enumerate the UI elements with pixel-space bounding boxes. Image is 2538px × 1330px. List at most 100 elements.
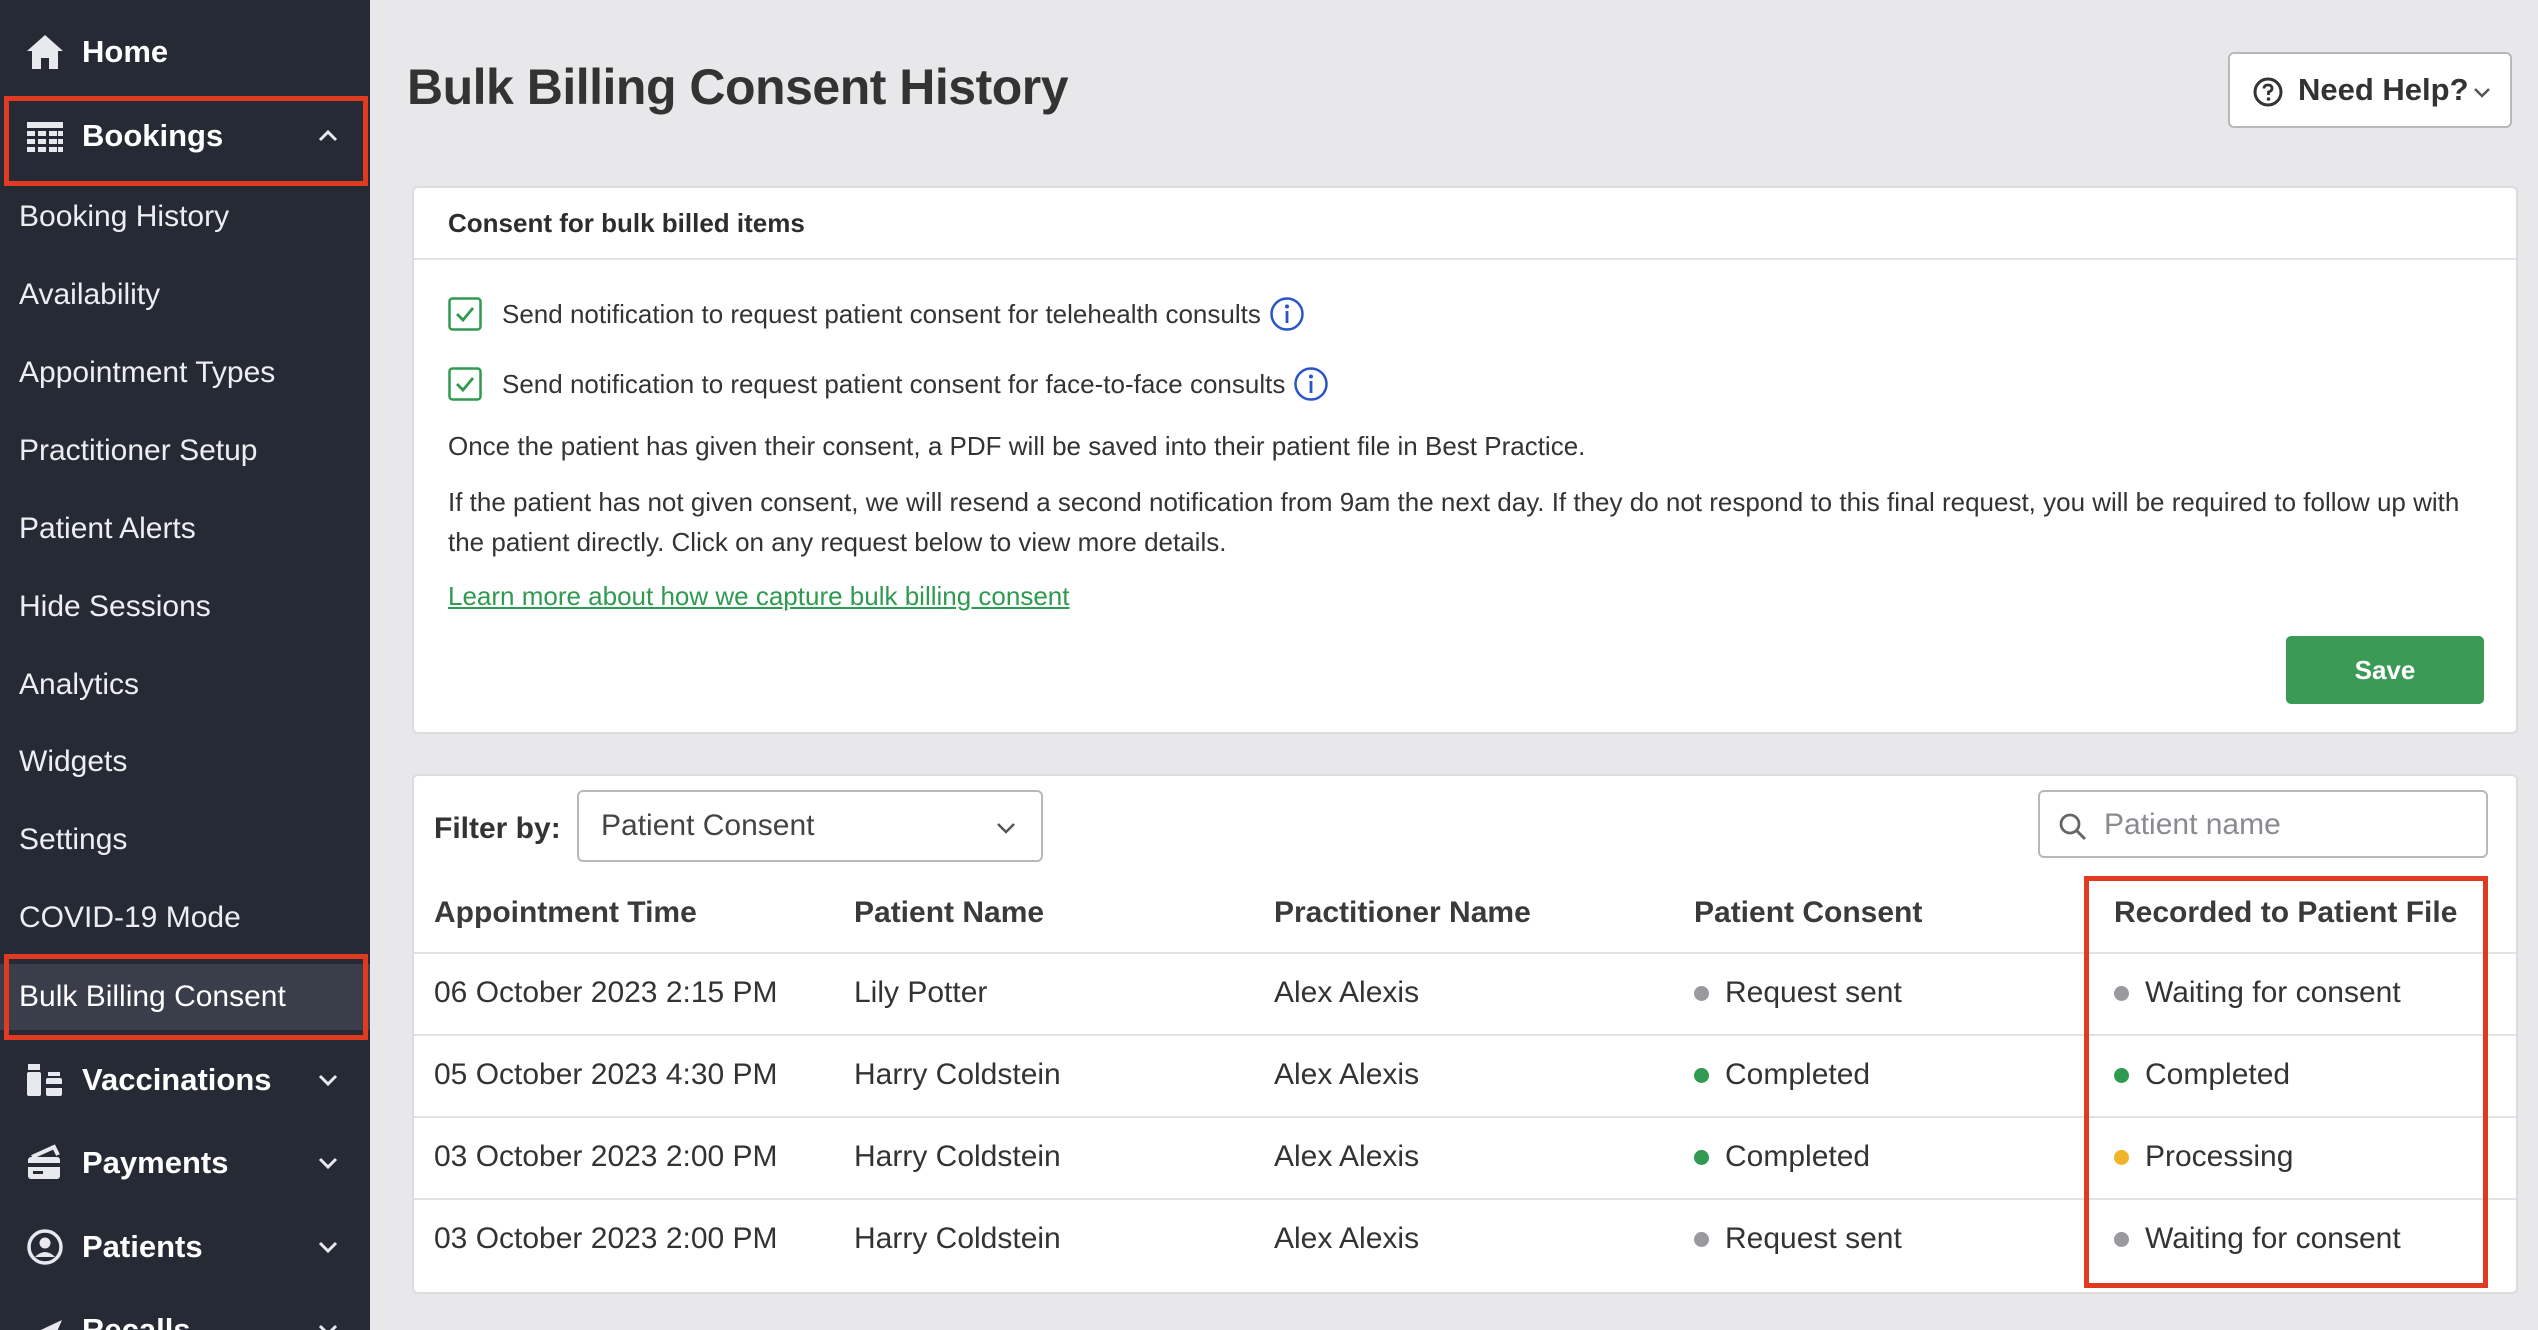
telehealth-consent-row: Send notification to request patient con… — [448, 294, 1305, 334]
status-dot-grey — [2114, 1231, 2129, 1247]
save-button[interactable]: Save — [2286, 636, 2484, 704]
status-dot-grey — [1694, 985, 1709, 1001]
nav-recalls-label: Recalls — [82, 1312, 191, 1330]
filter-selected-value: Patient Consent — [601, 809, 815, 842]
status-text: Completed — [2145, 1058, 2291, 1091]
cell-appointment-time: 05 October 2023 4:30 PM — [434, 1058, 778, 1091]
consent-card-heading: Consent for bulk billed items — [414, 188, 2516, 260]
status-dot-grey — [1694, 1231, 1709, 1247]
sidebar-item-covid-19-mode[interactable]: COVID-19 Mode — [0, 885, 370, 951]
filter-label: Filter by: — [434, 812, 561, 845]
sidebar-item-label: Booking History — [19, 200, 230, 233]
status-text: Waiting for consent — [2145, 1222, 2401, 1255]
cell-appointment-time: 03 October 2023 2:00 PM — [434, 1222, 778, 1255]
cell-recorded-to-file: Waiting for consent — [2114, 976, 2401, 1010]
nav-patients[interactable]: Patients — [0, 1207, 370, 1287]
sidebar-item-label: Practitioner Setup — [19, 434, 258, 467]
consent-history-card: Filter by: Patient Consent Appointment T… — [412, 774, 2518, 1294]
sidebar-item-patient-alerts[interactable]: Patient Alerts — [0, 496, 370, 562]
status-dot-amber — [2114, 1149, 2129, 1165]
patient-search-input[interactable] — [2102, 802, 2476, 848]
nav-payments-label: Payments — [82, 1145, 229, 1180]
table-header: Appointment Time Patient Name Practition… — [414, 874, 2516, 954]
consent-info-paragraph-1: Once the patient has given their consent… — [448, 431, 1586, 461]
help-circle-icon — [2253, 77, 2283, 107]
col-patient-name[interactable]: Patient Name — [854, 896, 1044, 930]
sidebar: Home Bookings Booking History Availabili… — [0, 0, 370, 1330]
sidebar-item-hide-sessions[interactable]: Hide Sessions — [0, 574, 370, 640]
telehealth-consent-checkbox[interactable] — [448, 297, 482, 331]
sidebar-item-analytics[interactable]: Analytics — [0, 652, 370, 718]
cell-patient-name: Lily Potter — [854, 976, 988, 1009]
consent-settings-card: Consent for bulk billed items Send notif… — [412, 186, 2518, 734]
cell-appointment-time: 03 October 2023 2:00 PM — [434, 1140, 778, 1173]
table-row[interactable]: 03 October 2023 2:00 PM Harry Coldstein … — [414, 1118, 2516, 1200]
nav-home[interactable]: Home — [0, 12, 370, 92]
nav-payments[interactable]: Payments — [0, 1123, 370, 1203]
face-to-face-consent-row: Send notification to request patient con… — [448, 364, 1329, 404]
cell-patient-consent: Completed — [1694, 1058, 1870, 1092]
sidebar-item-availability[interactable]: Availability — [0, 262, 370, 328]
status-text: Completed — [1725, 1140, 1871, 1173]
nav-vaccinations-label: Vaccinations — [82, 1062, 272, 1097]
consent-heading-text: Consent for bulk billed items — [448, 207, 805, 238]
status-text: Request sent — [1725, 1222, 1902, 1255]
cell-practitioner-name: Alex Alexis — [1274, 976, 1420, 1009]
cell-patient-consent: Request sent — [1694, 1222, 1902, 1256]
sidebar-item-bulk-billing-consent[interactable]: Bulk Billing Consent — [0, 964, 370, 1030]
search-icon — [2059, 813, 2087, 841]
nav-bookings-label: Bookings — [82, 118, 224, 153]
filter-dropdown[interactable]: Patient Consent — [577, 790, 1043, 862]
status-text: Request sent — [1725, 976, 1902, 1009]
col-appointment-time[interactable]: Appointment Time — [434, 896, 697, 930]
chevron-down-icon — [318, 1241, 338, 1254]
consent-info-paragraph-2: If the patient has not given consent, we… — [448, 487, 2460, 557]
cell-recorded-to-file: Waiting for consent — [2114, 1222, 2401, 1256]
status-text: Completed — [1725, 1058, 1871, 1091]
face-to-face-consent-checkbox[interactable] — [448, 367, 482, 401]
page-title: Bulk Billing Consent History — [407, 59, 1069, 115]
status-dot-green — [2114, 1067, 2129, 1083]
col-recorded-to-patient-file[interactable]: Recorded to Patient File — [2114, 896, 2457, 930]
table-row[interactable]: 05 October 2023 4:30 PM Harry Coldstein … — [414, 1036, 2516, 1118]
payment-terminal-icon — [28, 1144, 60, 1179]
sidebar-item-appointment-types[interactable]: Appointment Types — [0, 340, 370, 406]
sidebar-item-label: Bulk Billing Consent — [19, 980, 286, 1013]
face-to-face-consent-label: Send notification to request patient con… — [502, 368, 1286, 399]
user-circle-icon — [27, 1229, 63, 1265]
need-help-label: Need Help? — [2298, 72, 2469, 107]
cell-recorded-to-file: Processing — [2114, 1140, 2293, 1174]
cell-practitioner-name: Alex Alexis — [1274, 1222, 1420, 1255]
calendar-grid-icon — [27, 122, 63, 152]
nav-bookings[interactable]: Bookings — [0, 96, 370, 176]
info-icon[interactable] — [1269, 296, 1305, 332]
table-row[interactable]: 06 October 2023 2:15 PM Lily Potter Alex… — [414, 954, 2516, 1036]
status-dot-green — [1694, 1149, 1709, 1165]
info-icon[interactable] — [1293, 366, 1329, 402]
vaccine-vials-icon — [27, 1064, 62, 1096]
chevron-down-icon — [318, 1157, 338, 1170]
sidebar-item-widgets[interactable]: Widgets — [0, 729, 370, 795]
sidebar-item-practitioner-setup[interactable]: Practitioner Setup — [0, 418, 370, 484]
col-patient-consent[interactable]: Patient Consent — [1694, 896, 1922, 930]
col-practitioner-name[interactable]: Practitioner Name — [1274, 896, 1531, 930]
home-icon — [27, 35, 63, 69]
learn-more-link[interactable]: Learn more about how we capture bulk bil… — [448, 581, 1070, 612]
sidebar-item-label: Patient Alerts — [19, 512, 196, 545]
nav-vaccinations[interactable]: Vaccinations — [0, 1040, 370, 1120]
sidebar-item-label: Widgets — [19, 745, 128, 778]
cell-practitioner-name: Alex Alexis — [1274, 1140, 1420, 1173]
chevron-down-icon — [997, 823, 1015, 834]
status-dot-grey — [2114, 985, 2129, 1001]
cell-practitioner-name: Alex Alexis — [1274, 1058, 1420, 1091]
sidebar-item-label: Availability — [19, 278, 161, 311]
cell-patient-name: Harry Coldstein — [854, 1222, 1061, 1255]
sidebar-item-label: Analytics — [19, 668, 140, 701]
sidebar-item-settings[interactable]: Settings — [0, 807, 370, 873]
table-row[interactable]: 03 October 2023 2:00 PM Harry Coldstein … — [414, 1200, 2516, 1282]
need-help-button[interactable]: Need Help? — [2228, 52, 2512, 128]
cell-patient-consent: Request sent — [1694, 976, 1902, 1010]
sidebar-item-booking-history[interactable]: Booking History — [0, 184, 370, 250]
chevron-down-icon — [2474, 88, 2490, 98]
nav-recalls[interactable]: Recalls — [0, 1290, 370, 1330]
